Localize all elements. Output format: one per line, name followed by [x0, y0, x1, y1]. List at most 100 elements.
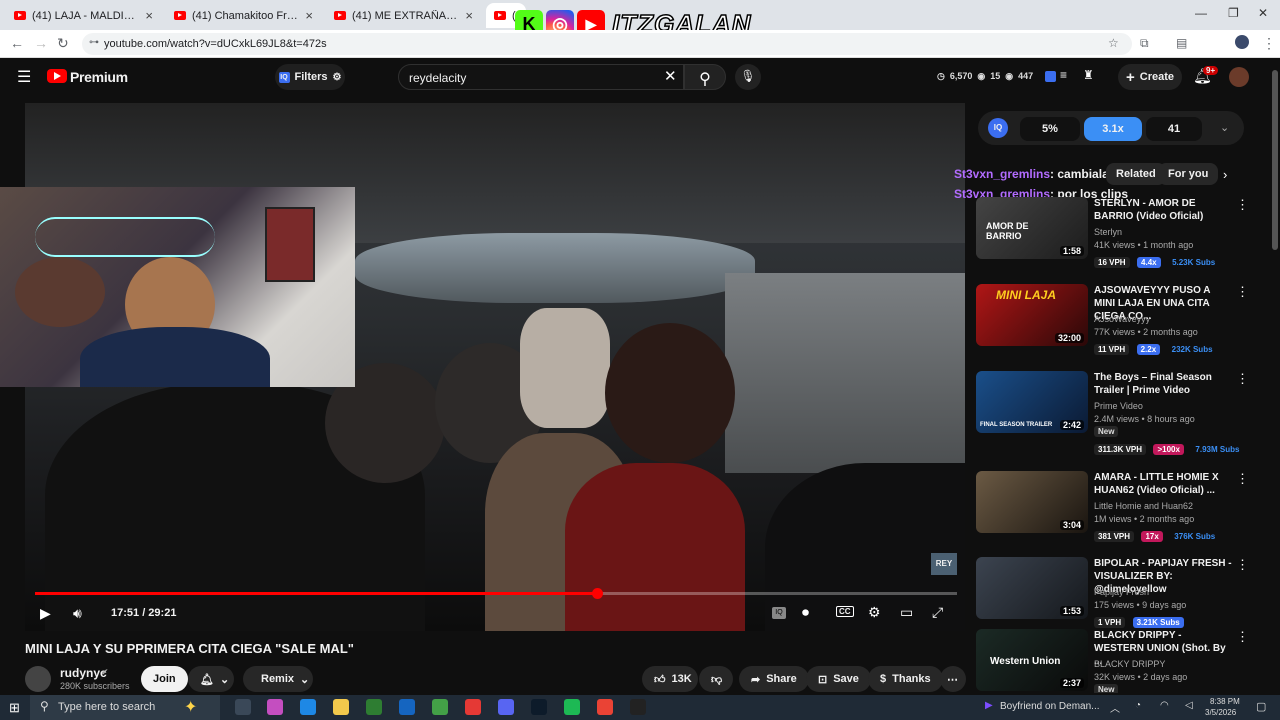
network-icon[interactable]: ◔ [1135, 700, 1141, 711]
miniplayer-icon[interactable]: ▭ [900, 604, 913, 621]
more-options-icon[interactable]: ⋮ [1236, 629, 1249, 645]
speaker-icon[interactable]: ◁ [1185, 700, 1193, 711]
account-avatar[interactable] [1229, 67, 1249, 87]
browser-tab-2[interactable]: (41) Chamakitoo Frezh-ESTUPIDO× [166, 3, 321, 28]
copilot-icon[interactable] [267, 699, 283, 715]
bookmark-star-icon[interactable]: ☆ [1108, 36, 1119, 50]
close-icon[interactable]: × [465, 8, 473, 23]
clear-search-icon[interactable]: ✕ [664, 67, 677, 85]
list-item[interactable]: AMOR DE BARRIO 1:58 STERLYN - AMOR DE BA… [976, 197, 1256, 275]
channel-name[interactable]: Little Homie and Huan62 [1094, 501, 1193, 511]
video-thumbnail[interactable]: FINAL SEASON TRAILER 2:42 [976, 371, 1088, 433]
more-options-icon[interactable]: ⋮ [1236, 557, 1249, 573]
save-button[interactable]: ⊡ Save [806, 666, 871, 692]
iq-player-icon[interactable]: IQ [772, 607, 786, 619]
window-close-icon[interactable]: ✕ [1258, 6, 1268, 20]
video-thumbnail[interactable]: 3:04 [976, 471, 1088, 533]
windows-start-icon[interactable]: ⊞ [9, 700, 20, 716]
chrome-menu-icon[interactable]: ⋮ [1262, 35, 1276, 52]
tab-related[interactable]: Related [1106, 163, 1166, 185]
chrome-active-icon[interactable] [597, 699, 613, 715]
chevron-right-icon[interactable]: › [1223, 167, 1227, 182]
video-title[interactable]: The Boys – Final Season Trailer | Prime … [1094, 371, 1232, 397]
store-icon[interactable] [366, 699, 382, 715]
iq-extension-icon[interactable] [1045, 71, 1056, 82]
reload-icon[interactable]: ↻ [57, 35, 69, 52]
list-item[interactable]: FINAL SEASON TRAILER 2:42 The Boys – Fin… [976, 371, 1256, 455]
list-icon[interactable]: ≡ [1060, 68, 1067, 82]
join-button[interactable]: Join [141, 666, 188, 692]
more-options-icon[interactable]: ⋮ [1236, 371, 1249, 387]
video-thumbnail[interactable]: 1:53 [976, 557, 1088, 619]
autoplay-toggle-icon[interactable]: ⏺ [802, 604, 809, 621]
chevron-down-icon[interactable]: ⌄ [1220, 121, 1229, 134]
iq-chip-percent[interactable]: 5% [1020, 117, 1080, 141]
search-input[interactable]: reydelacity [398, 64, 684, 90]
channel-avatar[interactable] [25, 666, 51, 692]
thanks-button[interactable]: $ Thanks [868, 666, 943, 692]
mail-icon[interactable] [399, 699, 415, 715]
share-button[interactable]: ➦ Share [739, 666, 809, 692]
copilot-sparkle-icon[interactable]: ✦ [184, 697, 197, 717]
forward-icon[interactable]: → [34, 35, 48, 51]
browser-tab-1[interactable]: (41) LAJA - MALDITO ANIMAL× [6, 3, 161, 28]
more-options-icon[interactable]: ⋮ [1236, 471, 1249, 487]
video-title[interactable]: STERLYN - AMOR DE BARRIO (Video Oficial) [1094, 197, 1232, 223]
task-view-icon[interactable] [235, 699, 251, 715]
xbox-icon[interactable] [432, 699, 448, 715]
voice-search-button[interactable]: 🎙 [735, 64, 761, 90]
tab-search-icon[interactable]: ▤ [1176, 36, 1187, 50]
channel-name[interactable]: Prime Video [1094, 401, 1143, 411]
channel-name[interactable]: Sterlyn [1094, 227, 1122, 237]
profile-avatar[interactable] [1235, 35, 1249, 49]
extensions-icon[interactable]: ⧉ [1140, 36, 1149, 51]
url-field[interactable]: ⊶ youtube.com/watch?v=dUCxkL69JL8&t=472s [82, 33, 1132, 55]
list-item[interactable]: 3:04 AMARA - LITTLE HOMIE X HUAN62 (Vide… [976, 471, 1256, 549]
tray-chevron-icon[interactable]: ︿ [1110, 700, 1120, 715]
like-button[interactable]: 👍︎ 13K [642, 666, 698, 692]
more-options-icon[interactable]: ⋮ [1236, 284, 1249, 300]
create-button[interactable]: + Create [1118, 64, 1182, 90]
iq-chip-multiplier[interactable]: 3.1x [1084, 117, 1142, 141]
back-icon[interactable]: ← [10, 35, 24, 51]
maximize-icon[interactable]: ❐ [1228, 6, 1239, 20]
youtube-logo-icon[interactable] [47, 69, 67, 83]
list-item[interactable]: 1:53 BIPOLAR - PAPIJAY FRESH - VISUALIZE… [976, 557, 1256, 635]
channel-name[interactable]: BLACKY DRIPPY [1094, 659, 1165, 669]
close-icon[interactable]: × [305, 8, 313, 23]
channel-name[interactable]: Papijay Fresh [1094, 587, 1149, 597]
channel-name[interactable]: rudynyc [60, 666, 107, 680]
video-thumbnail[interactable]: Western Union 2:37 [976, 629, 1088, 691]
captions-icon[interactable]: CC [836, 606, 854, 617]
clock-time[interactable]: 8:38 PM [1210, 697, 1240, 706]
fullscreen-icon[interactable]: ⤢ [932, 604, 943, 621]
search-button[interactable]: ⚲ [684, 64, 726, 90]
clock-date[interactable]: 3/5/2026 [1205, 708, 1236, 717]
settings-gear-icon[interactable]: ⚙ [868, 604, 881, 621]
list-item[interactable]: Western Union 2:37 BLACKY DRIPPY - WESTE… [976, 629, 1256, 693]
remix-button[interactable]: Remix ⌄ [243, 666, 313, 692]
volume-icon[interactable]: 🔊︎ [73, 605, 82, 622]
page-scrollbar[interactable] [1272, 70, 1278, 250]
video-thumbnail[interactable]: MINI LAJA 32:00 [976, 284, 1088, 346]
site-info-icon[interactable]: ⊶ [89, 37, 99, 48]
dislike-button[interactable]: 👎︎ [699, 666, 733, 692]
browser-tab-3[interactable]: (41) ME EXTRAÑAS-LILVNZLAQUE× [326, 3, 481, 28]
now-playing-title[interactable]: Boyfriend on Deman... [1000, 701, 1100, 712]
tab-for-you[interactable]: For you [1158, 163, 1219, 185]
chrome-icon[interactable] [465, 699, 481, 715]
play-icon[interactable]: ▶ [40, 605, 51, 622]
steam-icon[interactable] [531, 699, 547, 715]
list-item[interactable]: MINI LAJA 32:00 AJSOWAVEYYY PUSO A MINI … [976, 284, 1256, 362]
filters-button[interactable]: IQ Filters ⚙ [275, 64, 345, 90]
file-explorer-icon[interactable] [333, 699, 349, 715]
spotify-icon[interactable] [564, 699, 580, 715]
edge-icon[interactable] [300, 699, 316, 715]
channel-name[interactable]: AJsoWaveyyy [1094, 314, 1150, 324]
youtube-premium-logo[interactable]: Premium [70, 69, 128, 85]
obs-icon[interactable] [630, 699, 646, 715]
more-actions-button[interactable]: ⋯ [940, 666, 966, 692]
subscribed-bell-button[interactable]: 🔔︎ ⌄ [188, 666, 234, 692]
discord-icon[interactable] [498, 699, 514, 715]
video-thumbnail[interactable]: AMOR DE BARRIO 1:58 [976, 197, 1088, 259]
